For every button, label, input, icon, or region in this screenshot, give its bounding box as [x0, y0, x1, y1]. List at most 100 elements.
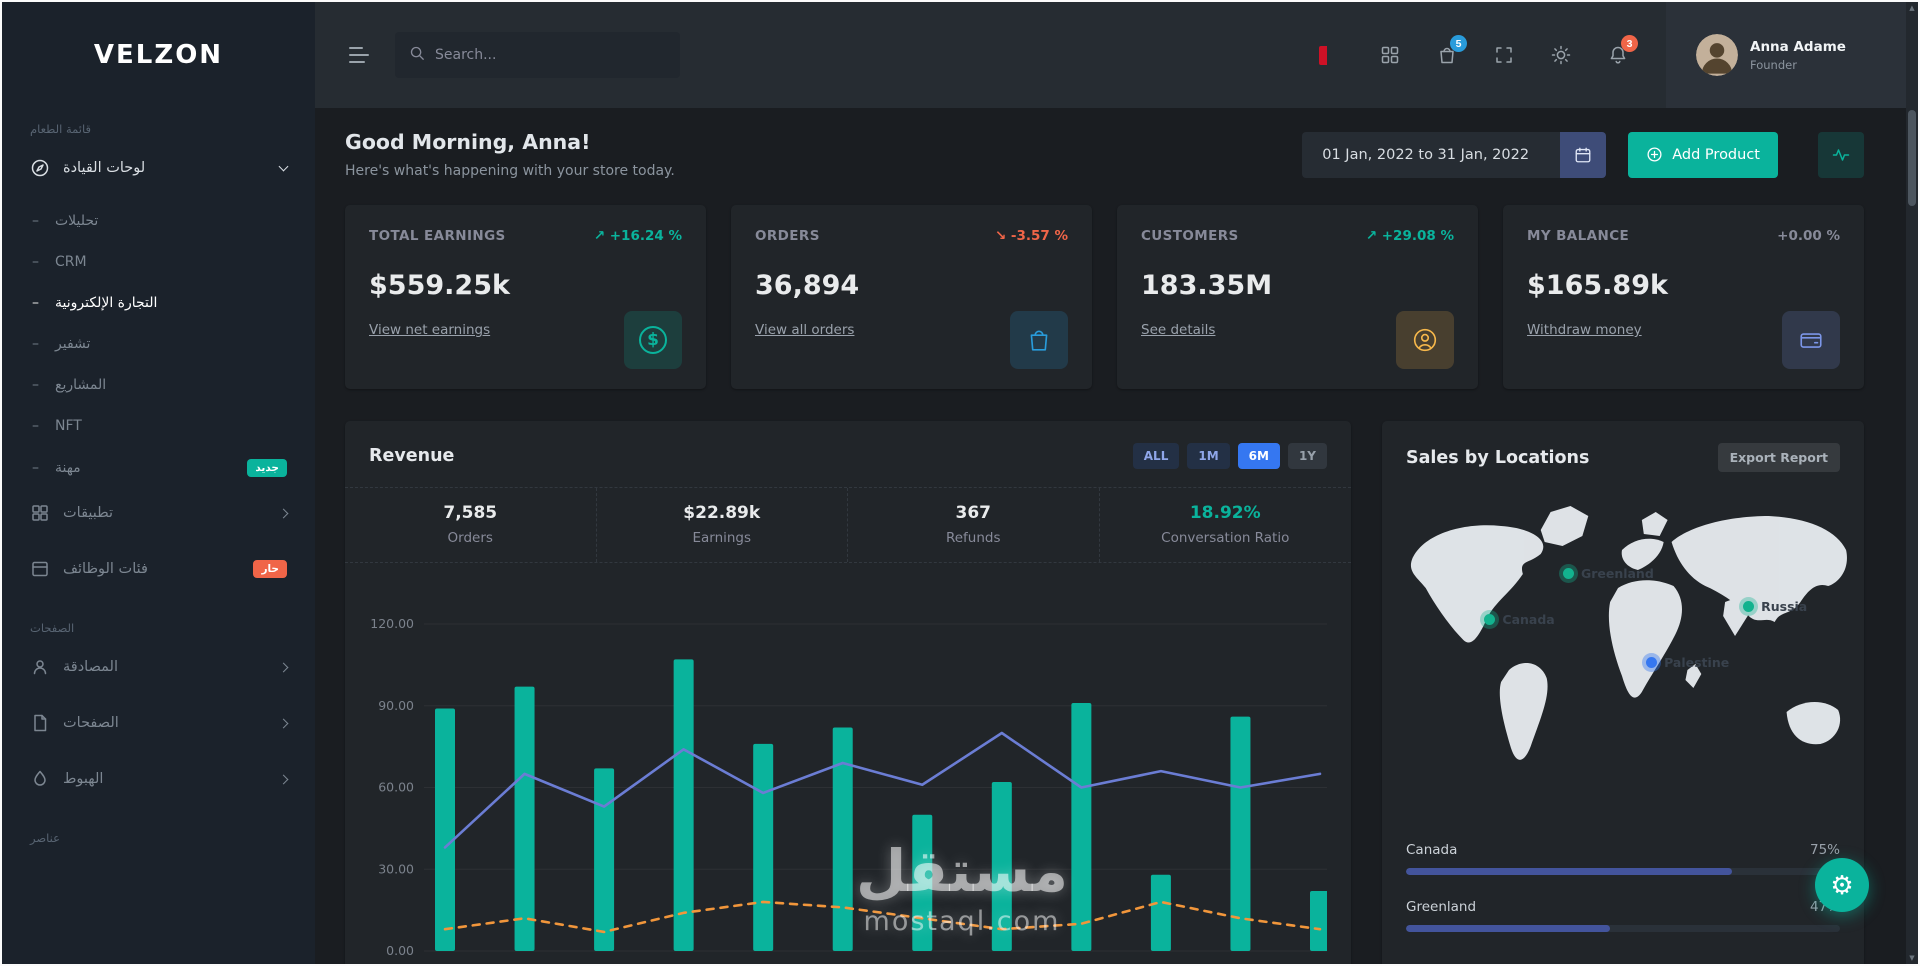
- chevron-down-icon: [278, 161, 289, 172]
- user-name: Anna Adame: [1750, 38, 1846, 55]
- settings-fab[interactable]: ⚙: [1815, 858, 1869, 912]
- calendar-icon: [1560, 131, 1607, 178]
- filter-6m-button[interactable]: 6M: [1237, 443, 1280, 469]
- stat-cards-row: TOTAL EARNINGS ↗ +16.24 % $559.25k View …: [345, 205, 1864, 389]
- delta-badge: ↘ -3.57 %: [994, 228, 1068, 244]
- apps-menu-button[interactable]: [1368, 33, 1412, 77]
- world-map-svg: [1410, 506, 1847, 760]
- sidebar-item-layouts[interactable]: فئات الوظائف حار: [2, 545, 315, 593]
- view-all-orders-link[interactable]: View all orders: [755, 322, 854, 338]
- sidebar: VELZON قائمة الطعام لوحات القيادة تحليلا…: [2, 2, 315, 964]
- svg-text:30.00: 30.00: [378, 861, 414, 876]
- fullscreen-button[interactable]: [1482, 33, 1526, 77]
- shopping-bag-icon: [1010, 311, 1068, 369]
- filter-all-button[interactable]: ALL: [1132, 443, 1180, 469]
- sidebar-subitem-crypto[interactable]: تشفير: [2, 323, 315, 364]
- search-icon: [409, 45, 425, 65]
- svg-text:90.00: 90.00: [378, 698, 414, 713]
- sales-title: Sales by Locations: [1406, 447, 1590, 468]
- pulse-icon: [1832, 148, 1850, 161]
- scroll-down-arrow[interactable]: ▼: [1906, 952, 1918, 964]
- topbar-actions: 5 3: [1311, 33, 1640, 77]
- search-box: [395, 32, 680, 78]
- app-logo[interactable]: VELZON: [2, 2, 315, 108]
- customers-card: CUSTOMERS ↗ +29.08 % 183.35M See details: [1117, 205, 1478, 389]
- cart-button[interactable]: 5: [1425, 33, 1469, 77]
- hot-badge: حار: [253, 560, 287, 578]
- world-map[interactable]: Canada Greenland Russia Palestine: [1392, 490, 1854, 820]
- delta-badge: ↗ +16.24 %: [593, 228, 682, 244]
- sidebar-item-label: لوحات القيادة: [63, 160, 146, 176]
- locations-list: Canada 75% Greenland 47%: [1382, 820, 1864, 932]
- compass-icon: [30, 158, 50, 178]
- chevron-right-icon: [278, 774, 289, 784]
- scrollbar: ▲ ▼: [1906, 2, 1918, 964]
- marker-dot: [1743, 600, 1755, 612]
- scroll-up-arrow[interactable]: ▲: [1906, 2, 1918, 14]
- filter-1y-button[interactable]: 1Y: [1287, 443, 1327, 469]
- scrollbar-thumb[interactable]: [1908, 110, 1916, 206]
- plus-circle-icon: [1647, 147, 1662, 162]
- sidebar-subitem-ecommerce[interactable]: التجارة الإلكترونية: [2, 282, 315, 323]
- add-product-button[interactable]: Add Product: [1628, 131, 1778, 178]
- filter-1m-button[interactable]: 1M: [1187, 443, 1230, 469]
- page-subtitle: Here's what's happening with your store …: [345, 163, 675, 179]
- withdraw-money-link[interactable]: Withdraw money: [1527, 322, 1642, 338]
- activity-button[interactable]: [1818, 131, 1864, 178]
- file-icon: [30, 713, 50, 733]
- map-marker-canada[interactable]: Canada: [1484, 612, 1555, 627]
- uae-flag-icon: [1319, 45, 1347, 65]
- cart-count-badge: 5: [1450, 35, 1467, 52]
- grid-icon: [1381, 46, 1399, 64]
- new-badge: جديد: [247, 458, 287, 477]
- sidebar-subitem-analytics[interactable]: تحليلات: [2, 200, 315, 241]
- map-marker-greenland[interactable]: Greenland: [1562, 566, 1654, 581]
- delta-badge: +0.00 %: [1777, 228, 1840, 244]
- layout-icon: [30, 559, 50, 579]
- revenue-stats-row: 7,585 Orders $22.89k Earnings 367 Refunds 1…: [345, 487, 1351, 563]
- sidebar-item-apps[interactable]: تطبيقات: [2, 489, 315, 537]
- sidebar-subitem-nft[interactable]: NFT: [2, 405, 315, 446]
- revenue-chart: 120.00 90.00 60.00 30.00 0.00: [369, 587, 1327, 964]
- map-marker-palestine[interactable]: Palestine: [1646, 655, 1729, 670]
- sidebar-section-menu: قائمة الطعام: [30, 122, 91, 136]
- map-marker-russia[interactable]: Russia: [1743, 599, 1807, 614]
- avatar: [1696, 34, 1738, 76]
- search-input[interactable]: [435, 47, 666, 63]
- marker-dot: [1646, 657, 1658, 668]
- sidebar-subitem-crm[interactable]: CRM: [2, 241, 315, 282]
- notifications-button[interactable]: 3: [1596, 33, 1640, 77]
- svg-text:120.00: 120.00: [370, 616, 414, 631]
- my-balance-card: MY BALANCE +0.00 % $165.89k Withdraw mon…: [1503, 205, 1864, 389]
- sidebar-item-pages[interactable]: الصفحات: [2, 699, 315, 747]
- orders-card: ORDERS ↘ -3.57 % 36,894 View all orders: [731, 205, 1092, 389]
- sidebar-item-authentication[interactable]: المصادقة: [2, 643, 315, 691]
- user-menu[interactable]: Anna Adame Founder: [1666, 2, 1918, 108]
- chevron-right-icon: [278, 662, 289, 672]
- sidebar-item-dashboards[interactable]: لوحات القيادة: [2, 144, 315, 192]
- total-earnings-card: TOTAL EARNINGS ↗ +16.24 % $559.25k View …: [345, 205, 706, 389]
- main-content: Good Morning, Anna! Here's what's happen…: [315, 108, 1918, 964]
- user-icon: [30, 657, 50, 677]
- view-net-earnings-link[interactable]: View net earnings: [369, 322, 490, 338]
- user-circle-icon: [1396, 311, 1454, 369]
- svg-text:0.00: 0.00: [386, 943, 414, 958]
- sidebar-subitem-projects[interactable]: المشاريع: [2, 364, 315, 405]
- export-report-button[interactable]: Export Report: [1717, 443, 1840, 472]
- gear-icon: ⚙: [1830, 869, 1854, 900]
- sidebar-section-components: عناصر: [30, 831, 60, 845]
- hamburger-menu-icon[interactable]: [349, 47, 369, 63]
- chevron-right-icon: [278, 508, 289, 518]
- language-flag-button[interactable]: [1311, 33, 1355, 77]
- svg-text:60.00: 60.00: [378, 780, 414, 795]
- sidebar-item-landing[interactable]: الهبوط: [2, 755, 315, 803]
- date-range-picker[interactable]: 01 Jan, 2022 to 31 Jan, 2022: [1302, 131, 1607, 178]
- delta-badge: ↗ +29.08 %: [1365, 228, 1454, 244]
- see-details-link[interactable]: See details: [1141, 322, 1215, 338]
- apps-grid-icon: [30, 503, 50, 523]
- chevron-right-icon: [278, 718, 289, 728]
- stat-value: 183.35M: [1141, 270, 1273, 301]
- theme-toggle-button[interactable]: [1539, 33, 1583, 77]
- dollar-circle-icon: $: [624, 311, 682, 369]
- sidebar-subitem-job[interactable]: مهنة جديد: [2, 446, 315, 489]
